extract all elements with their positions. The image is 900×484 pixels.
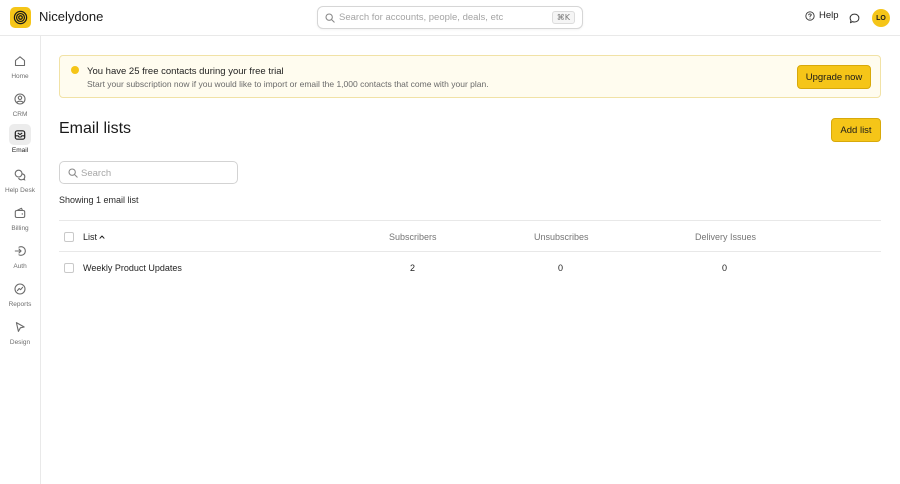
sidebar-item-label: Auth [13,263,27,270]
app-logo[interactable] [10,7,31,28]
help-circle-icon [805,10,815,21]
chat-bubble-icon [849,13,860,24]
sidebar-item-label: Billing [11,225,29,232]
help-button[interactable]: Help [805,10,839,21]
user-avatar[interactable]: LO [872,9,890,27]
select-all-checkbox[interactable] [64,232,74,242]
sidebar-item-label: CRM [12,111,28,118]
sidebar-item-label: Design [9,339,31,346]
top-bar: Nicelydone Search for accounts, people, … [0,0,900,36]
sidebar-item-help-desk[interactable]: Help Desk [0,164,40,198]
chart-circle-icon [14,282,26,295]
sidebar-item-label: Home [11,73,29,80]
user-circle-icon [14,92,26,105]
subscribers-count: 2 [410,263,416,273]
messages-button[interactable] [849,11,860,29]
column-header-list[interactable]: List [83,232,105,242]
sidebar: Home CRM Email Help Desk Billing Auth Re… [0,36,41,484]
mail-icon [14,129,26,140]
global-search-placeholder: Search for accounts, people, deals, etc [339,12,504,23]
column-header-subscribers[interactable]: Subscribers [389,232,437,242]
delivery-issues-count: 0 [722,263,728,273]
search-shortcut-badge: ⌘K [551,11,575,24]
unsubscribes-count: 0 [558,263,564,273]
trial-banner: You have 25 free contacts during your fr… [59,55,881,98]
cursor-icon [15,321,25,332]
search-icon [325,13,335,23]
email-lists-table: List Subscribers Unsubscribes Delivery I… [59,220,881,284]
column-header-unsubscribes[interactable]: Unsubscribes [534,232,589,242]
target-spiral-icon [13,10,28,25]
table-row[interactable]: Weekly Product Updates 2 0 0 [59,252,881,284]
list-search-placeholder: Search [81,168,112,179]
home-icon [14,55,26,66]
chat-bubbles-icon [14,169,26,181]
row-checkbox[interactable] [64,263,74,273]
sidebar-item-label: Email [11,147,29,154]
column-header-delivery-issues[interactable]: Delivery Issues [695,232,756,242]
table-header: List Subscribers Unsubscribes Delivery I… [59,220,881,252]
sidebar-item-email[interactable]: Email [0,124,40,158]
list-name[interactable]: Weekly Product Updates [83,263,182,273]
search-icon [68,168,78,178]
add-list-button[interactable]: Add list [831,118,881,142]
list-search-input[interactable]: Search [59,161,238,184]
help-label: Help [819,10,839,21]
banner-title: You have 25 free contacts during your fr… [87,66,284,77]
column-header-list-label: List [83,232,98,242]
sidebar-item-crm[interactable]: CRM [0,88,40,122]
banner-subtitle: Start your subscription now if you would… [87,79,489,89]
sidebar-item-label: Reports [8,301,32,308]
upgrade-now-button[interactable]: Upgrade now [797,65,871,89]
app-name: Nicelydone [39,9,104,24]
sort-ascending-icon [99,235,105,239]
login-icon [14,245,26,256]
results-count: Showing 1 email list [59,195,139,205]
sidebar-item-home[interactable]: Home [0,50,40,84]
sidebar-item-reports[interactable]: Reports [0,278,40,312]
sidebar-item-design[interactable]: Design [0,316,40,350]
global-search-input[interactable]: Search for accounts, people, deals, etc … [317,6,583,29]
sidebar-item-auth[interactable]: Auth [0,240,40,274]
sidebar-item-label: Help Desk [5,187,35,194]
page-title: Email lists [59,120,132,137]
info-dot-icon [71,66,79,74]
wallet-icon [14,207,26,218]
sidebar-item-billing[interactable]: Billing [0,202,40,236]
